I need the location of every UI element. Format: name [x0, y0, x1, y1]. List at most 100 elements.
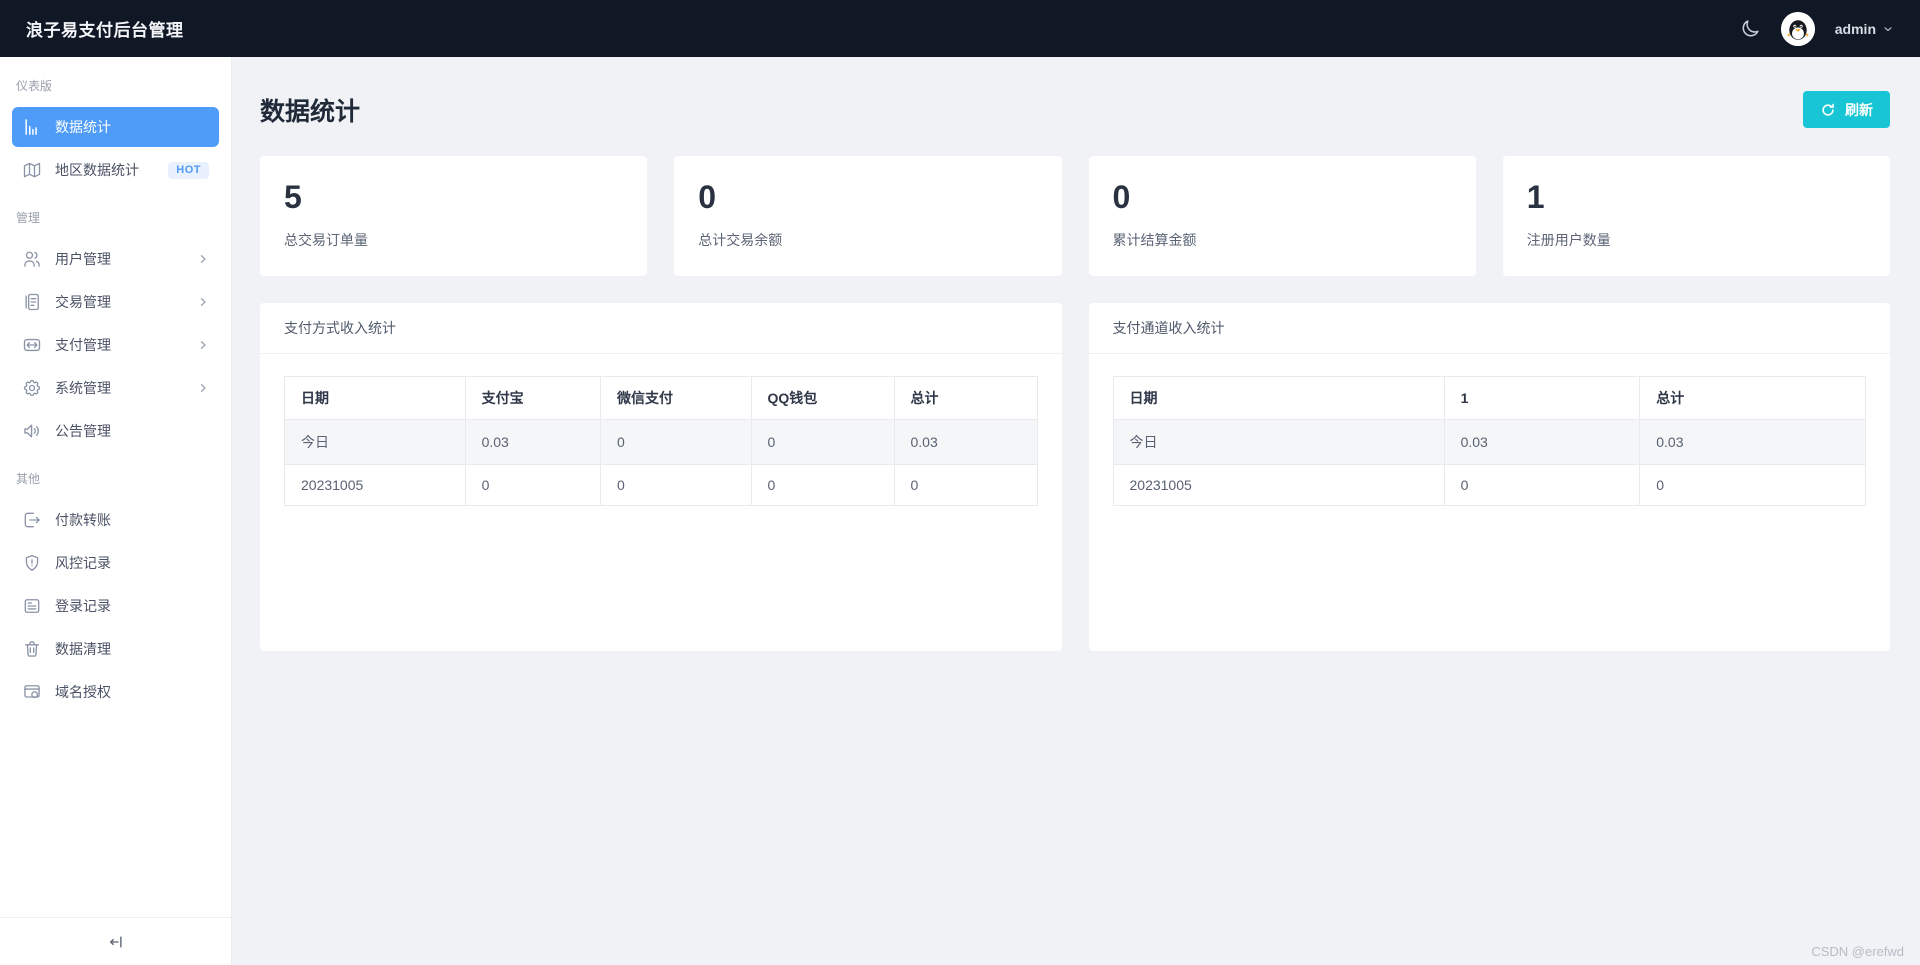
stat-cards-row: 5 总交易订单量 0 总计交易余额 0 累计结算金额 1 注册用户数量	[260, 156, 1890, 276]
panel-title: 支付方式收入统计	[260, 303, 1062, 354]
stat-label: 累计结算金额	[1112, 232, 1197, 249]
shield-alert-icon	[22, 553, 42, 573]
sidebar-item-label: 系统管理	[55, 380, 111, 396]
chevron-right-icon	[197, 296, 209, 308]
table-cell: 0	[893, 464, 1038, 506]
refresh-button-label: 刷新	[1845, 101, 1873, 118]
log-card-icon	[22, 596, 42, 616]
megaphone-icon	[22, 421, 42, 441]
stat-card-total-orders: 5 总交易订单量	[260, 156, 648, 276]
sidebar-item-label: 支付管理	[55, 337, 111, 353]
sidebar-item-label: 地区数据统计	[55, 162, 139, 178]
sidebar-item-domain-authorization[interactable]: 域名授权	[12, 672, 219, 712]
trash-icon	[22, 639, 42, 659]
table-header-row: 日期 支付宝 微信支付 QQ钱包 总计	[284, 376, 1038, 420]
table-cell: 0.03	[1639, 419, 1866, 465]
stat-card-registered-users: 1 注册用户数量	[1502, 156, 1890, 276]
panel-title: 支付通道收入统计	[1088, 303, 1890, 354]
column-header: 总计	[1639, 376, 1866, 420]
sidebar-item-login-records[interactable]: 登录记录	[12, 586, 219, 626]
table-cell: 0	[1639, 464, 1866, 506]
payout-icon	[22, 510, 42, 530]
collapse-sidebar-icon[interactable]	[107, 933, 125, 951]
sidebar-item-label: 登录记录	[55, 598, 111, 614]
table-row: 今日 0.03 0.03	[1112, 419, 1866, 465]
chevron-right-icon	[197, 253, 209, 265]
panel-payment-channel-income: 支付通道收入统计 日期 1 总计 今日 0.03 0.03 20231005 0…	[1088, 303, 1890, 651]
chevron-down-icon	[1882, 23, 1894, 35]
sidebar-item-label: 交易管理	[55, 294, 111, 310]
panels-row: 支付方式收入统计 日期 支付宝 微信支付 QQ钱包 总计 今日 0.03 0 0…	[260, 303, 1890, 651]
section-label-other: 其他	[16, 472, 41, 486]
sidebar-item-payout-transfer[interactable]: 付款转账	[12, 500, 219, 540]
stat-card-total-balance: 0 总计交易余额	[674, 156, 1062, 276]
sidebar-item-label: 公告管理	[55, 423, 111, 439]
users-icon	[22, 249, 42, 269]
table-cell: 今日	[1112, 419, 1445, 465]
sidebar-item-system-management[interactable]: 系统管理	[12, 368, 219, 408]
moon-icon[interactable]	[1739, 18, 1761, 40]
payment-channel-income-table: 日期 1 总计 今日 0.03 0.03 20231005 0 0	[1112, 376, 1867, 506]
top-bar: 浪子易支付后台管理 admin	[0, 0, 1920, 57]
table-row: 20231005 0 0	[1112, 464, 1866, 506]
document-icon	[22, 292, 42, 312]
page-title: 数据统计	[260, 97, 361, 126]
sidebar-item-label: 付款转账	[55, 512, 111, 528]
sidebar-item-risk-records[interactable]: 风控记录	[12, 543, 219, 583]
section-label-management: 管理	[16, 211, 41, 225]
table-cell: 0	[750, 419, 895, 465]
sidebar-item-announcement-management[interactable]: 公告管理	[12, 411, 219, 451]
table-row: 今日 0.03 0 0 0.03	[284, 419, 1038, 465]
map-icon	[22, 160, 42, 180]
table-cell: 今日	[284, 419, 466, 465]
table-cell: 20231005	[284, 464, 466, 506]
stat-value: 5	[284, 179, 302, 215]
sidebar-item-label: 域名授权	[55, 684, 111, 700]
stat-value: 0	[698, 179, 717, 215]
sidebar-item-data-cleanup[interactable]: 数据清理	[12, 629, 219, 669]
sidebar-item-transaction-management[interactable]: 交易管理	[12, 282, 219, 322]
table-row: 20231005 0 0 0 0	[284, 464, 1038, 506]
avatar[interactable]	[1780, 11, 1815, 46]
sidebar-footer	[0, 917, 231, 965]
stat-label: 总计交易余额	[698, 232, 783, 249]
column-header: 微信支付	[600, 376, 752, 420]
table-cell: 0	[750, 464, 895, 506]
table-cell: 0	[600, 419, 752, 465]
sidebar-menu: 仪表版 数据统计 地区数据统计 HOT 管理 用户管理 交易管理 支付管理 系统…	[0, 57, 231, 917]
sidebar-item-label: 用户管理	[55, 251, 111, 267]
table-cell: 0	[464, 464, 602, 506]
sidebar: 仪表版 数据统计 地区数据统计 HOT 管理 用户管理 交易管理 支付管理 系统…	[0, 57, 232, 965]
table-cell: 0.03	[893, 419, 1038, 465]
bar-chart-icon	[22, 117, 42, 137]
table-cell: 20231005	[1112, 464, 1445, 506]
table-cell: 0.03	[464, 419, 602, 465]
gear-icon	[22, 378, 42, 398]
sidebar-item-user-management[interactable]: 用户管理	[12, 239, 219, 279]
sidebar-item-payment-management[interactable]: 支付管理	[12, 325, 219, 365]
column-header: 总计	[893, 376, 1038, 420]
sidebar-item-region-stats[interactable]: 地区数据统计 HOT	[12, 150, 219, 190]
panel-payment-method-income: 支付方式收入统计 日期 支付宝 微信支付 QQ钱包 总计 今日 0.03 0 0…	[260, 303, 1062, 651]
refresh-button[interactable]: 刷新	[1803, 91, 1890, 128]
sidebar-item-label: 数据统计	[55, 119, 111, 135]
user-menu[interactable]: admin	[1835, 21, 1894, 37]
transfer-icon	[22, 335, 42, 355]
watermark: CSDN @erefwd	[1811, 944, 1904, 959]
column-header: 日期	[284, 376, 466, 420]
column-header: 1	[1443, 376, 1641, 420]
sidebar-item-data-stats[interactable]: 数据统计	[12, 107, 219, 147]
table-cell: 0.03	[1443, 419, 1641, 465]
table-cell: 0	[1443, 464, 1641, 506]
main-content: 数据统计 刷新 5 总交易订单量 0 总计交易余额 0 累计结算金额 1 注册用…	[232, 57, 1920, 965]
section-label-dashboard: 仪表版	[16, 79, 53, 93]
refresh-icon	[1820, 102, 1836, 118]
stat-label: 总交易订单量	[284, 232, 368, 249]
user-name: admin	[1834, 20, 1876, 37]
stat-card-settled-amount: 0 累计结算金额	[1088, 156, 1476, 276]
column-header: 支付宝	[464, 376, 602, 420]
sidebar-item-label: 数据清理	[55, 641, 111, 657]
sidebar-item-label: 风控记录	[55, 555, 111, 571]
hot-badge: HOT	[168, 161, 209, 179]
stat-value: 1	[1526, 179, 1545, 215]
